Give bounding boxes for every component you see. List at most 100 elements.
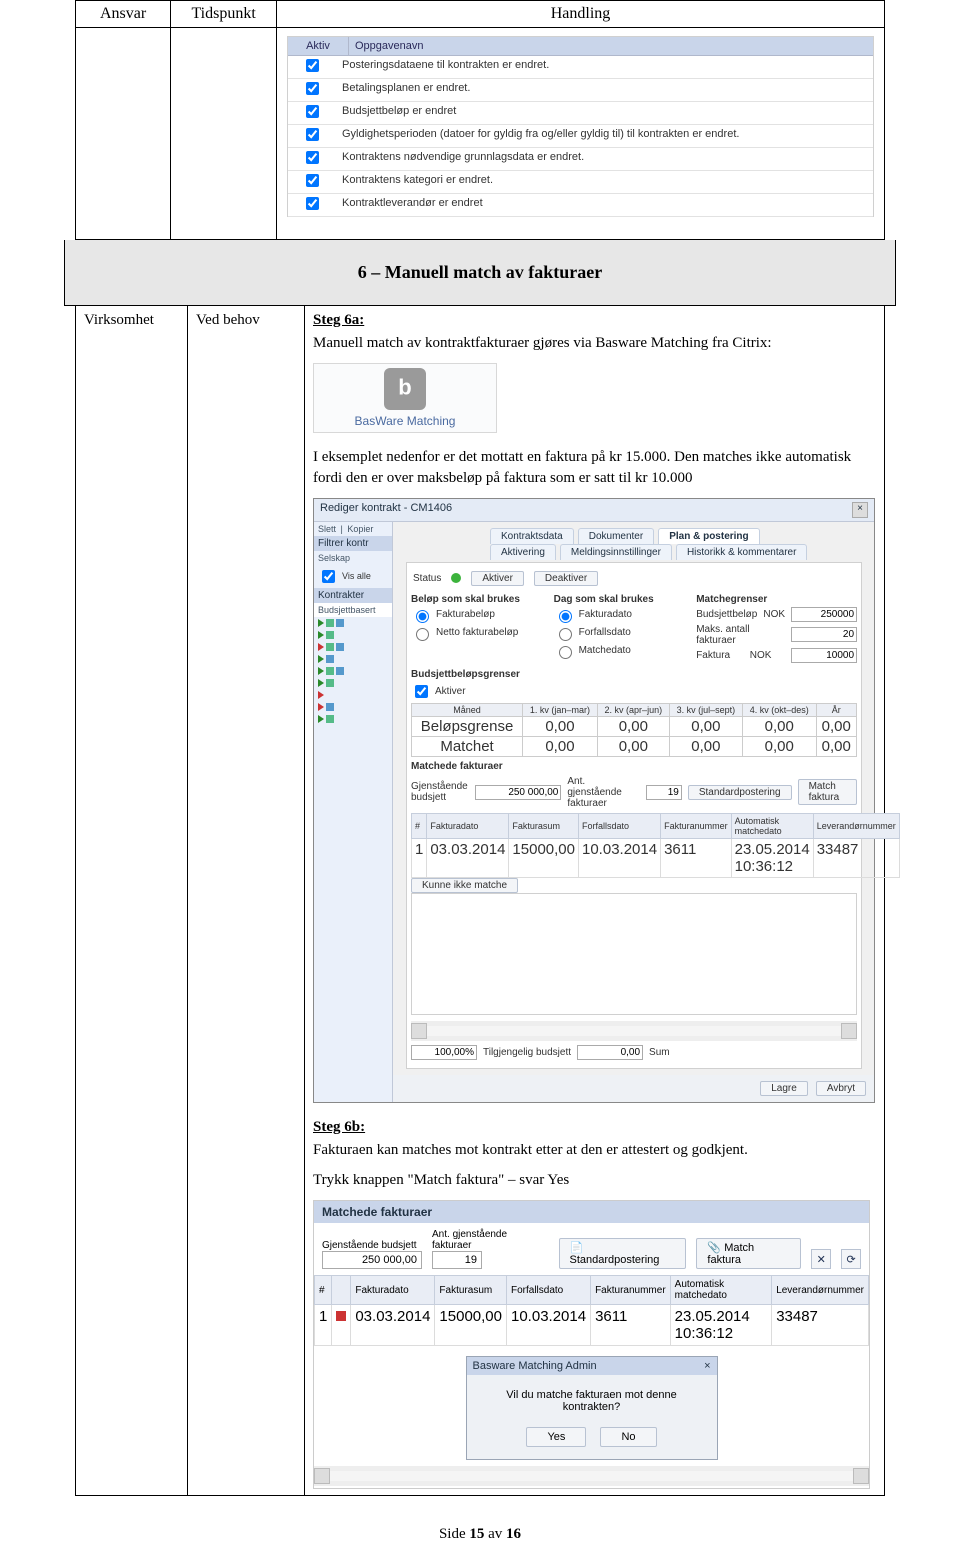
radio-forfallsdato[interactable] xyxy=(559,628,572,641)
task-checkbox[interactable] xyxy=(306,174,319,187)
faktura-table: #FakturadatoFakturasumForfallsdatoFaktur… xyxy=(411,813,900,878)
task-checkbox[interactable] xyxy=(306,105,319,118)
hdr-tidspunkt: Tidspunkt xyxy=(171,1,277,28)
confirm-close-icon[interactable]: × xyxy=(704,1360,710,1372)
p2-ant[interactable] xyxy=(432,1251,482,1269)
step-6a-para2: I eksemplet nedenfor er det mottatt en f… xyxy=(313,447,876,488)
tab-historikk[interactable]: Historikk & kommentarer xyxy=(676,544,807,560)
matchede-panel: Matchede fakturaer Gjenstående budsjett … xyxy=(313,1200,870,1489)
tree-item[interactable] xyxy=(314,713,392,725)
confirm-message: Vil du matche fakturaen mot denne kontra… xyxy=(467,1375,717,1427)
task-checkbox[interactable] xyxy=(306,197,319,210)
basware-launcher[interactable]: BasWare Matching xyxy=(313,363,497,433)
tree-item[interactable] xyxy=(314,665,392,677)
task-row: Kontraktens nødvendige grunnlagsdata er … xyxy=(288,148,873,171)
tab-dokumenter[interactable]: Dokumenter xyxy=(578,528,654,544)
radio-fakturabelop[interactable] xyxy=(416,610,429,623)
tree-item[interactable] xyxy=(314,677,392,689)
section-title: 6 – Manuell match av fakturaer xyxy=(64,240,896,306)
avbryt-button[interactable]: Avbryt xyxy=(816,1081,866,1096)
hdr-handling: Handling xyxy=(277,1,885,28)
sec-dag: Dag som skal brukes xyxy=(554,594,689,605)
task-row: Kontraktleverandør er endret xyxy=(288,194,873,217)
radio-matchedato[interactable] xyxy=(559,646,572,659)
gjenstaende-budsjett[interactable] xyxy=(475,785,561,800)
aktiver-button[interactable]: Aktiver xyxy=(471,571,524,586)
scroll-left-icon[interactable] xyxy=(411,1023,427,1039)
step-6b-label: Steg 6b: xyxy=(313,1119,365,1135)
refresh-icon[interactable]: ⟳ xyxy=(841,1249,861,1269)
sidebar-kontrakter[interactable]: Kontrakter xyxy=(314,588,392,603)
deaktiver-button[interactable]: Deaktiver xyxy=(534,571,598,586)
h-scrollbar[interactable] xyxy=(411,1021,857,1041)
task-checkbox[interactable] xyxy=(306,151,319,164)
task-checkbox[interactable] xyxy=(306,82,319,95)
no-button[interactable]: No xyxy=(600,1427,656,1447)
empty-list-panel xyxy=(411,893,857,1015)
sidebar-selskap: Selskap xyxy=(314,551,392,565)
yes-button[interactable]: Yes xyxy=(526,1427,586,1447)
main-content-table: Virksomhet Ved behov Steg 6a: Manuell ma… xyxy=(75,306,885,1496)
scroll-right-icon[interactable] xyxy=(841,1023,857,1039)
tab-meldings[interactable]: Meldingsinnstillinger xyxy=(560,544,672,560)
progress-field[interactable] xyxy=(411,1045,477,1060)
tl-col-name: Oppgavenavn xyxy=(349,37,873,55)
step-6a-text: Manuell match av kontraktfakturaer gjøre… xyxy=(313,333,876,353)
tab-kontraktsdata[interactable]: Kontraktsdata xyxy=(490,528,574,544)
p2-faktura-table: #FakturadatoFakturasumForfallsdatoFaktur… xyxy=(314,1275,869,1346)
task-checkbox[interactable] xyxy=(306,128,319,141)
confirm-dialog: Basware Matching Admin × Vil du matche fa… xyxy=(466,1356,718,1460)
task-row: Budsjettbeløp er endret xyxy=(288,102,873,125)
sidebar-vis-alle[interactable]: Vis alle xyxy=(314,565,392,588)
task-row: Gyldighetsperioden (datoer for gyldig fr… xyxy=(288,125,873,148)
step-6a-label: Steg 6a: xyxy=(313,312,364,328)
p2-h-scrollbar[interactable] xyxy=(314,1466,869,1486)
sec-budgrenser: Budsjettbeløpsgrenser xyxy=(411,669,857,680)
task-checkbox[interactable] xyxy=(306,59,319,72)
radio-fakturadato[interactable] xyxy=(559,610,572,623)
p2-standardpostering-button[interactable]: 📄 Standardpostering xyxy=(559,1238,687,1269)
tree-item[interactable] xyxy=(314,629,392,641)
tree-item[interactable] xyxy=(314,701,392,713)
p2-gjen-budsjett[interactable] xyxy=(322,1251,422,1269)
sidebar-filtrer[interactable]: Filtrer kontr xyxy=(314,536,392,551)
aktiver-checkbox[interactable] xyxy=(415,685,428,698)
status-label: Status xyxy=(413,573,441,584)
sidebar-budsjett[interactable]: Budsjettbasert xyxy=(314,603,392,617)
dialog-title: Rediger kontrakt - CM1406 xyxy=(320,502,452,518)
tab-aktivering[interactable]: Aktivering xyxy=(490,544,556,560)
tree-item[interactable] xyxy=(314,689,392,701)
scroll-left-icon[interactable] xyxy=(314,1468,330,1484)
p2-match-faktura-button[interactable]: 📎 Match faktura xyxy=(696,1238,801,1269)
quarter-table: Måned 1. kv (jan–mar) 2. kv (apr–jun) 3.… xyxy=(411,703,857,757)
tilg-field[interactable] xyxy=(577,1045,643,1060)
standardpostering-button[interactable]: Standardpostering xyxy=(688,785,792,800)
basware-icon xyxy=(384,368,426,410)
step-6b-text: Fakturaen kan matches mot kontrakt etter… xyxy=(313,1140,876,1160)
lagre-button[interactable]: Lagre xyxy=(760,1081,808,1096)
tree-item[interactable] xyxy=(314,617,392,629)
basware-label: BasWare Matching xyxy=(320,414,490,428)
tree-item[interactable] xyxy=(314,641,392,653)
dialog-sidebar: Slett | Kopier Filtrer kontr Selskap Vis… xyxy=(314,522,393,1102)
radio-netto[interactable] xyxy=(416,628,429,641)
tl-col-active: Aktiv xyxy=(288,37,349,55)
status-dot-icon xyxy=(451,573,461,583)
ant-gjenstaende[interactable] xyxy=(646,785,682,800)
match-faktura-button[interactable]: Match faktura xyxy=(798,779,857,805)
scroll-right-icon[interactable] xyxy=(853,1468,869,1484)
matchede-title: Matchede fakturaer xyxy=(314,1201,869,1223)
step-6b-text2: Trykk knappen "Match faktura" – svar Yes xyxy=(313,1170,876,1190)
tree-item[interactable] xyxy=(314,653,392,665)
close-icon[interactable]: × xyxy=(852,502,868,518)
sec-matchede: Matchede fakturaer xyxy=(411,761,857,772)
cell-tidspunkt: Ved behov xyxy=(188,306,305,1496)
tab-plan-postering[interactable]: Plan & postering xyxy=(658,528,759,544)
delete-icon[interactable]: ✕ xyxy=(811,1249,831,1269)
sidebar-slett[interactable]: Slett | Kopier xyxy=(314,522,392,536)
kunne-ikke-matche-button[interactable]: Kunne ikke matche xyxy=(411,878,518,893)
maks-input[interactable] xyxy=(791,627,857,642)
confirm-title: Basware Matching Admin xyxy=(473,1360,597,1372)
faktura-input[interactable] xyxy=(791,648,857,663)
budsjett-input[interactable] xyxy=(791,607,857,622)
